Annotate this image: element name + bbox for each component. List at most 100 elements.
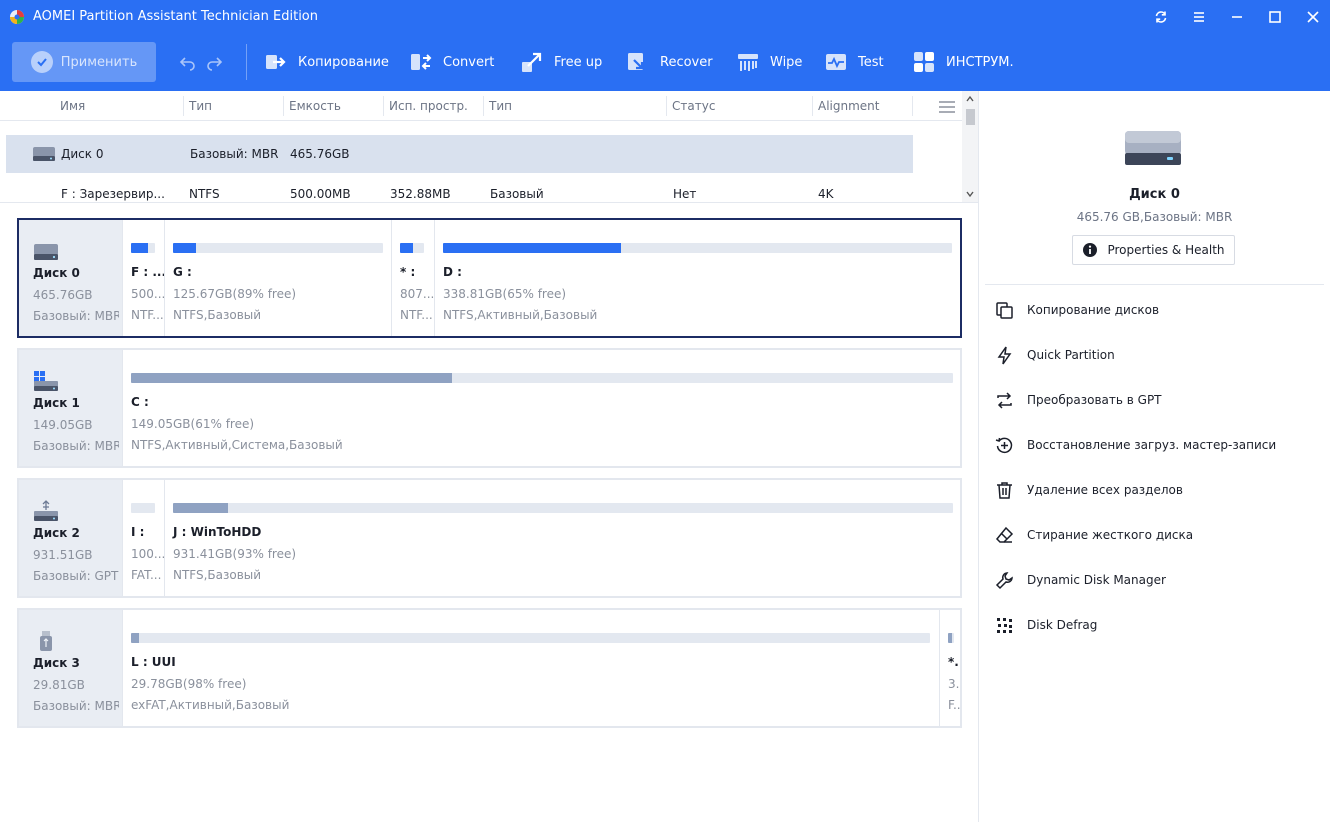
column-status[interactable]: Статус [672,99,715,113]
column-name[interactable]: Имя [60,99,85,113]
partition-usage-fill [131,633,139,643]
partition-usage-fill [400,243,414,253]
scrollbar-thumb[interactable] [966,109,975,125]
partition-usage-fill [948,633,952,643]
undo-icon[interactable] [179,53,197,71]
checkmark-icon [30,51,53,73]
disk-info[interactable]: Диск 0 465.76GB Базовый: MBR [19,220,122,336]
disk-copy-icon [996,301,1013,319]
op-wipe-hard-drive-label: Стирание жесткого диска [1027,528,1194,542]
partition-capacity: 149.05GB(61% free) [131,417,255,431]
column-divider [912,96,913,116]
op-disk-defrag[interactable]: Disk Defrag [995,614,1097,636]
partition-block[interactable]: L : UUI 29.78GB(98% free) exFAT,Активный… [122,610,939,726]
test-icon [826,54,846,70]
partition-usage-fill [443,243,622,253]
toolbar-test[interactable]: Test [824,50,884,74]
grid-partition-used: 352.88MB [390,187,451,201]
disk-card-0[interactable]: Диск 0 465.76GB Базовый: MBR F : ... 500… [17,218,962,338]
op-delete-all-partitions[interactable]: Удаление всех разделов [995,479,1183,501]
column-divider [283,96,284,116]
op-quick-partition[interactable]: Quick Partition [995,344,1115,366]
disk-name: Диск 2 [33,526,80,540]
partition-capacity: 3... [948,677,960,691]
grid-partition-capacity: 500.00MB [290,187,351,201]
toolbar-recover[interactable]: Recover [626,50,713,74]
toolbar-free-up[interactable]: Free up [520,50,602,74]
toolbar-copy[interactable]: Копирование [264,50,389,74]
toolbar-tools[interactable]: ИНСТРУМ. [912,50,1014,74]
toolbar-convert[interactable]: Convert [409,50,494,74]
grid-disk-name: Диск 0 [61,147,104,161]
minimize-button[interactable] [1225,6,1249,28]
disk-card-2[interactable]: Диск 2 931.51GB Базовый: GPT I : 100....… [17,478,962,598]
minimize-icon [1232,16,1242,18]
maximize-button[interactable] [1263,6,1287,28]
redo-icon[interactable] [205,53,223,71]
partition-usage-fill [131,243,148,253]
op-dynamic-disk-manager[interactable]: Dynamic Disk Manager [995,569,1166,591]
partition-block[interactable]: D : 338.81GB(65% free) NTFS,Активный,Баз… [434,220,960,336]
refresh-button[interactable] [1149,6,1173,28]
menu-icon [1194,12,1204,22]
scroll-down-icon[interactable] [965,189,975,199]
grid-disk-type: Базовый: MBR [190,147,279,161]
grid-disk-capacity: 465.76GB [290,147,350,161]
op-rebuild-mbr[interactable]: Восстановление загруз. мастер-записи [995,434,1276,456]
column-divider [183,96,184,116]
partition-usage-bar [948,633,954,643]
grid-header: Имя Тип Емкость Исп. простр. Тип Статус … [0,91,962,121]
op-convert-gpt-label: Преобразовать в GPT [1027,393,1162,407]
rebuild-mbr-icon [995,437,1013,453]
title-bar: AOMEI Partition Assistant Technician Edi… [0,0,1330,34]
op-convert-gpt[interactable]: Преобразовать в GPT [995,389,1162,411]
toolbar-test-label: Test [858,54,884,70]
close-button[interactable] [1301,6,1325,28]
lightning-icon [997,346,1012,364]
partition-block[interactable]: F : ... 500... NTF... [122,220,164,336]
partition-usage-fill [173,503,228,513]
column-type[interactable]: Тип [189,99,212,113]
partition-block[interactable]: J : WinToHDD 931.41GB(93% free) NTFS,Баз… [164,480,960,596]
disk-info[interactable]: Диск 3 29.81GB Базовый: MBR [19,610,122,726]
main-menu-button[interactable] [1187,6,1211,28]
disk-info[interactable]: Диск 2 931.51GB Базовый: GPT [19,480,122,596]
column-capacity[interactable]: Емкость [289,99,341,113]
disk-type: Базовый: GPT [33,569,119,583]
partition-capacity: 807... [400,287,434,301]
partition-usage-fill [173,243,197,253]
column-alignment[interactable]: Alignment [818,99,879,113]
apply-button[interactable]: Применить [12,42,156,82]
grid-partition-row[interactable]: F : Зарезервир... NTFS 500.00MB 352.88MB… [0,183,962,207]
partition-block[interactable]: * : 807... NTF... [391,220,434,336]
grid-partition-status: Нет [673,187,697,201]
disk-name: Диск 1 [33,396,80,410]
app-logo-icon [10,10,24,24]
column-partition-type[interactable]: Тип [489,99,512,113]
partition-block[interactable]: G : 125.67GB(89% free) NTFS,Базовый [164,220,391,336]
partition-block[interactable]: C : 149.05GB(61% free) NTFS,Активный,Сис… [122,350,960,466]
grid-divider [0,202,978,203]
windows-disk-icon [34,371,58,391]
properties-health-button[interactable]: Properties & Health [1072,235,1235,265]
hdd-large-icon [1125,131,1181,165]
partition-capacity: 338.81GB(65% free) [443,287,567,301]
grid-disk-row[interactable]: Диск 0 Базовый: MBR 465.76GB [6,135,913,173]
op-dynamic-disk-manager-label: Dynamic Disk Manager [1027,573,1166,587]
partition-block[interactable]: I : 100.... FAT... [122,480,164,596]
disk-card-1[interactable]: Диск 1 149.05GB Базовый: MBR C : 149.05G… [17,348,962,468]
toolbar-wipe[interactable]: Wipe [736,50,802,74]
op-wipe-hard-drive[interactable]: Стирание жесткого диска [995,524,1193,546]
column-settings-icon[interactable] [938,100,956,114]
disk-card-3[interactable]: Диск 3 29.81GB Базовый: MBR L : UUI 29.7… [17,608,962,728]
column-used-space[interactable]: Исп. простр. [389,99,468,113]
partition-capacity: 500... [131,287,164,301]
partition-label: * : [400,265,416,279]
partition-fs: exFAT,Активный,Базовый [131,698,290,712]
op-disk-copy[interactable]: Копирование дисков [995,299,1159,321]
partition-usage-bar [131,373,953,383]
partition-block[interactable]: *... 3... F... [939,610,960,726]
disk-info[interactable]: Диск 1 149.05GB Базовый: MBR [19,350,122,466]
scroll-up-icon[interactable] [965,94,975,104]
grid-scrollbar[interactable] [962,91,978,202]
